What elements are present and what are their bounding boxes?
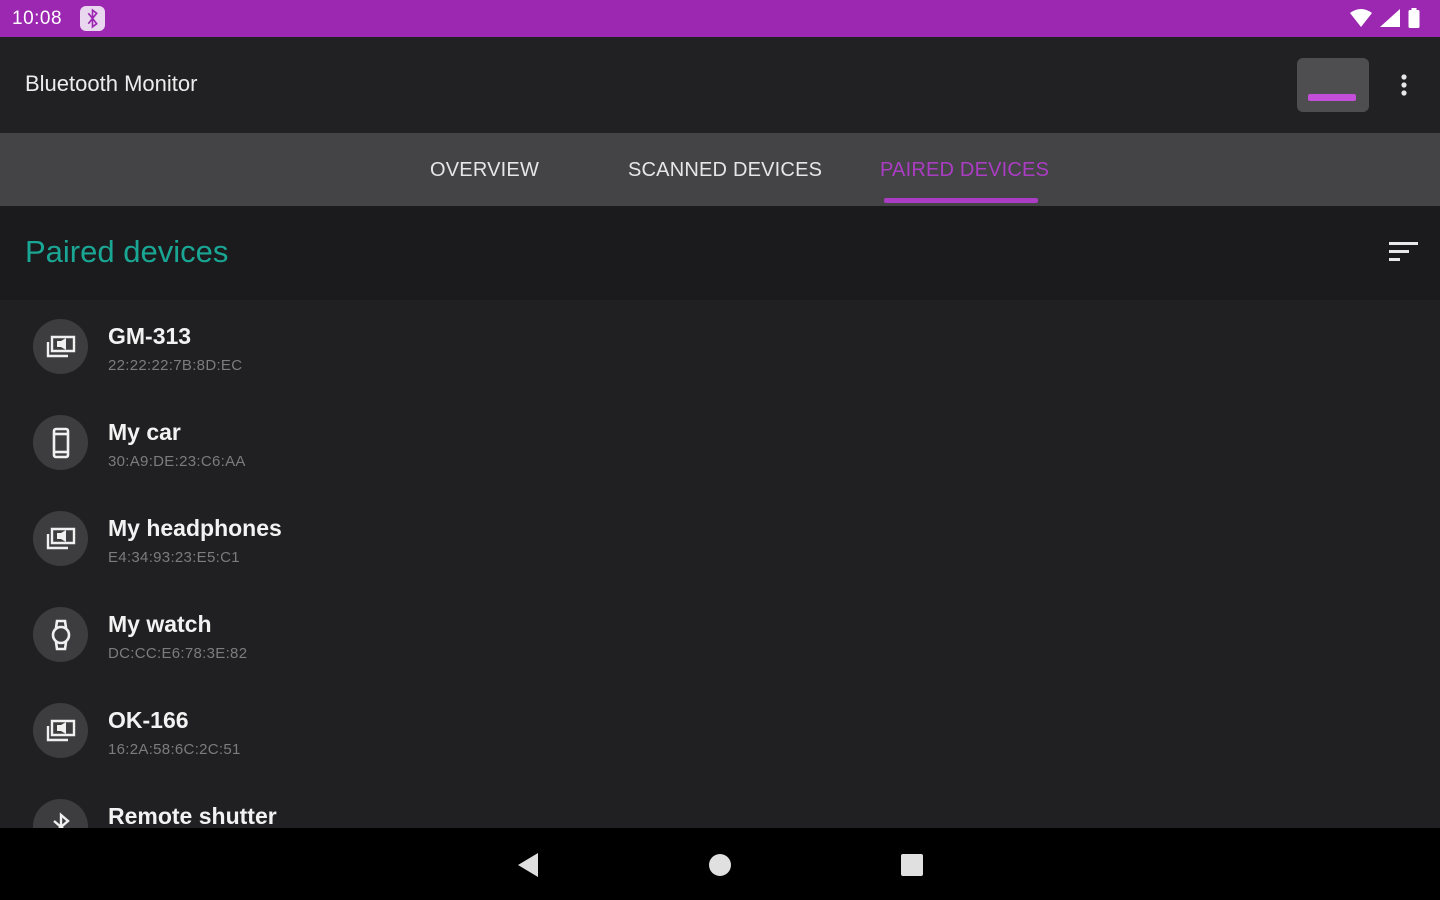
device-mac-address: 16:2A:58:6C:2C:51 bbox=[108, 741, 241, 758]
device-mac-address: E4:34:93:23:E5:C1 bbox=[108, 549, 240, 566]
back-icon[interactable] bbox=[516, 852, 540, 883]
tab-paired-devices[interactable]: PAIRED DEVICES bbox=[880, 159, 1049, 182]
recents-icon[interactable] bbox=[900, 853, 924, 882]
device-row[interactable]: Remote shutter bbox=[0, 780, 1440, 828]
device-mac-address: 30:A9:DE:23:C6:AA bbox=[108, 453, 246, 470]
device-mac-address: 22:22:22:7B:8D:EC bbox=[108, 357, 243, 374]
status-bar: 10:08 bbox=[0, 0, 1440, 37]
phone-device-icon bbox=[33, 415, 88, 470]
audio-device-icon bbox=[33, 703, 88, 758]
bluetooth-icon bbox=[33, 799, 88, 828]
status-time: 10:08 bbox=[12, 8, 63, 29]
paired-device-list: GM-313 22:22:22:7B:8D:EC My car 30:A9:DE… bbox=[0, 300, 1440, 828]
navigation-bar bbox=[0, 828, 1440, 900]
device-row[interactable]: My car 30:A9:DE:23:C6:AA bbox=[0, 396, 1440, 492]
audio-device-icon bbox=[33, 511, 88, 566]
app-toolbar: Bluetooth Monitor bbox=[0, 37, 1440, 133]
device-row[interactable]: My watch DC:CC:E6:78:3E:82 bbox=[0, 588, 1440, 684]
app-title: Bluetooth Monitor bbox=[25, 71, 198, 96]
overflow-menu-icon[interactable] bbox=[1392, 67, 1416, 103]
device-row[interactable]: OK-166 16:2A:58:6C:2C:51 bbox=[0, 684, 1440, 780]
tab-overview[interactable]: OVERVIEW bbox=[430, 159, 539, 182]
toggle-button[interactable] bbox=[1297, 58, 1369, 112]
watch-icon bbox=[33, 607, 88, 662]
device-name: My car bbox=[108, 419, 181, 445]
toggle-indicator bbox=[1308, 94, 1356, 101]
device-row[interactable]: GM-313 22:22:22:7B:8D:EC bbox=[0, 300, 1440, 396]
wifi-icon bbox=[1350, 9, 1372, 32]
battery-icon bbox=[1408, 8, 1420, 33]
device-name: My watch bbox=[108, 611, 212, 637]
section-header: Paired devices bbox=[0, 206, 1440, 300]
tab-bar: OVERVIEW SCANNED DEVICES PAIRED DEVICES bbox=[0, 133, 1440, 206]
device-name: My headphones bbox=[108, 515, 282, 541]
audio-device-icon bbox=[33, 319, 88, 374]
signal-icon bbox=[1380, 9, 1400, 32]
active-tab-indicator bbox=[884, 198, 1038, 203]
tab-scanned-devices[interactable]: SCANNED DEVICES bbox=[628, 159, 822, 182]
device-row[interactable]: My headphones E4:34:93:23:E5:C1 bbox=[0, 492, 1440, 588]
device-mac-address: DC:CC:E6:78:3E:82 bbox=[108, 645, 248, 662]
device-name: Remote shutter bbox=[108, 803, 277, 828]
device-name: GM-313 bbox=[108, 323, 192, 349]
home-icon[interactable] bbox=[708, 853, 732, 882]
bluetooth-notification-icon bbox=[80, 6, 105, 31]
device-name: OK-166 bbox=[108, 707, 189, 733]
sort-icon[interactable] bbox=[1388, 240, 1420, 266]
section-title: Paired devices bbox=[25, 234, 229, 269]
